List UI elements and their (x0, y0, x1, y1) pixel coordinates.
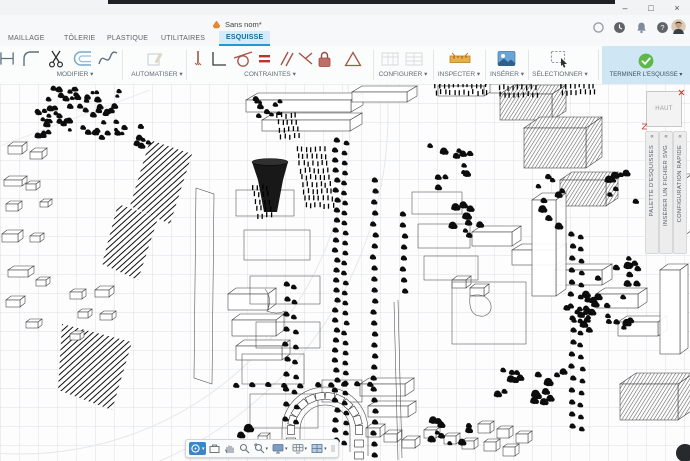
fit-button[interactable]: ▾ (253, 442, 270, 455)
assistant-button[interactable] (676, 444, 690, 461)
zoom-icon (239, 443, 250, 454)
panel-configuration-rapide[interactable]: « CONFIGURATION RAPIDE (673, 131, 687, 254)
toolbar-divider (598, 50, 599, 80)
extend-icon[interactable] (0, 50, 15, 67)
viewcube[interactable]: HAUT (646, 91, 682, 127)
automatiser-dropdown[interactable]: AUTOMATISER ▾ (118, 70, 196, 78)
grid-snaps-button[interactable]: ▾ (291, 442, 309, 455)
top-dark-strip (108, 0, 615, 4)
inspecter-dropdown[interactable]: INSPECTER ▾ (429, 70, 489, 78)
modifier-dropdown[interactable]: MODIFIER ▾ (40, 70, 110, 78)
viewports-icon (311, 443, 323, 454)
ribbon-toolbar: MODIFIER ▾ AUTOMATISER ▾ (0, 46, 690, 85)
orbit-button[interactable]: ▾ (189, 442, 206, 455)
minimize-button[interactable]: – (617, 2, 633, 14)
panel-label: PALETTE D'ESQUISSES (649, 145, 655, 216)
document-tab-label: Sans nom* (225, 20, 262, 29)
selectionner-dropdown[interactable]: SÉLECTIONNER ▾ (526, 70, 594, 78)
notifications-bell-icon[interactable] (635, 21, 648, 34)
app-header: Sans nom* MAILLAGE TÔLERIE PLASTIQUE UTI… (0, 15, 690, 47)
measure-ruler-icon[interactable] (449, 50, 471, 68)
parallel-constraint-icon[interactable] (277, 50, 294, 68)
look-at-icon (209, 443, 220, 454)
finish-sketch-button[interactable]: TERMINER L'ESQUISSE ▾ (602, 46, 690, 84)
viewport-canvas[interactable]: HAUT « PALETTE D'ESQUISSES « INSÉRER UN … (0, 84, 690, 461)
automate-sketch-icon[interactable] (146, 50, 164, 68)
collapse-chevron-icon: « (678, 133, 681, 141)
fusion360-window: – □ × Sans nom* MAILLAGE TÔLERIE PLASTIQ… (0, 0, 690, 461)
trim-scissors-icon[interactable] (47, 50, 65, 68)
tab-maillage[interactable]: MAILLAGE (8, 32, 45, 46)
help-icon[interactable]: ? (656, 21, 669, 34)
grid-snaps-icon (292, 443, 304, 454)
user-avatar[interactable] (671, 19, 686, 34)
green-check-icon (638, 53, 654, 69)
inserer-dropdown[interactable]: INSÉRER ▾ (482, 70, 532, 78)
panel-label: INSÉRER UN FICHIER SVG (663, 145, 669, 226)
toolbar-divider (186, 50, 187, 80)
configuration-table-icon[interactable] (404, 50, 424, 68)
viewcube-z-axis-marker (641, 123, 649, 131)
collapse-chevron-icon: « (650, 133, 653, 141)
svg-text:?: ? (660, 23, 664, 32)
viewcube-x-axis-marker (678, 89, 686, 97)
navigation-bar: ▾ (185, 439, 339, 458)
navbar-drag-handle[interactable] (330, 443, 335, 454)
sketch-city-drawing (0, 84, 690, 461)
tab-tolerie[interactable]: TÔLERIE (64, 32, 95, 46)
panel-label: CONFIGURATION RAPIDE (677, 145, 683, 222)
display-settings-icon (272, 443, 284, 454)
perpendicular-constraint-icon[interactable] (297, 50, 314, 68)
panel-palette-esquisses[interactable]: « PALETTE D'ESQUISSES (645, 131, 659, 254)
contraintes-dropdown[interactable]: CONTRAINTES ▾ (230, 70, 310, 78)
pan-button[interactable] (223, 442, 236, 455)
tab-esquisse-active[interactable]: ESQUISSE (219, 31, 270, 46)
coincident-constraint-icon[interactable] (210, 50, 228, 68)
panel-inserer-fichier-svg[interactable]: « INSÉRER UN FICHIER SVG (659, 131, 673, 254)
document-tab[interactable]: Sans nom* (206, 17, 268, 31)
fit-icon (254, 443, 265, 454)
tab-plastique[interactable]: PLASTIQUE (107, 32, 148, 46)
zoom-button[interactable] (238, 442, 251, 455)
equal-constraint-icon[interactable] (257, 50, 272, 68)
spline-icon[interactable] (98, 50, 118, 67)
offset-icon[interactable] (72, 50, 92, 67)
symmetry-triangle-icon[interactable] (344, 50, 362, 68)
collapse-chevron-icon: « (664, 133, 667, 141)
viewports-button[interactable]: ▾ (310, 442, 328, 455)
tab-utilitaires[interactable]: UTILITAIRES (161, 32, 205, 46)
horizontal-vertical-constraint-icon[interactable] (192, 50, 204, 68)
insert-image-icon[interactable] (497, 50, 516, 67)
maximize-button[interactable]: □ (643, 2, 659, 14)
titlebar: – □ × (0, 0, 690, 16)
finish-sketch-label: TERMINER L'ESQUISSE ▾ (610, 71, 683, 78)
parameters-table-icon[interactable] (380, 50, 400, 68)
viewcube-top-face-label: HAUT (655, 106, 673, 112)
fix-lock-constraint-icon[interactable] (316, 50, 333, 68)
fusion-document-icon (212, 20, 221, 29)
close-button[interactable]: × (669, 2, 685, 14)
tangent-constraint-icon[interactable] (233, 50, 253, 68)
orbit-icon (190, 443, 201, 454)
look-at-button[interactable] (208, 442, 221, 455)
job-status-clock-icon[interactable] (613, 21, 626, 34)
display-settings-button[interactable]: ▾ (271, 442, 289, 455)
fillet-icon[interactable] (22, 50, 40, 67)
pan-hand-icon (224, 443, 235, 454)
selection-box-icon[interactable] (550, 50, 570, 68)
status-circle-icon[interactable] (592, 21, 605, 34)
